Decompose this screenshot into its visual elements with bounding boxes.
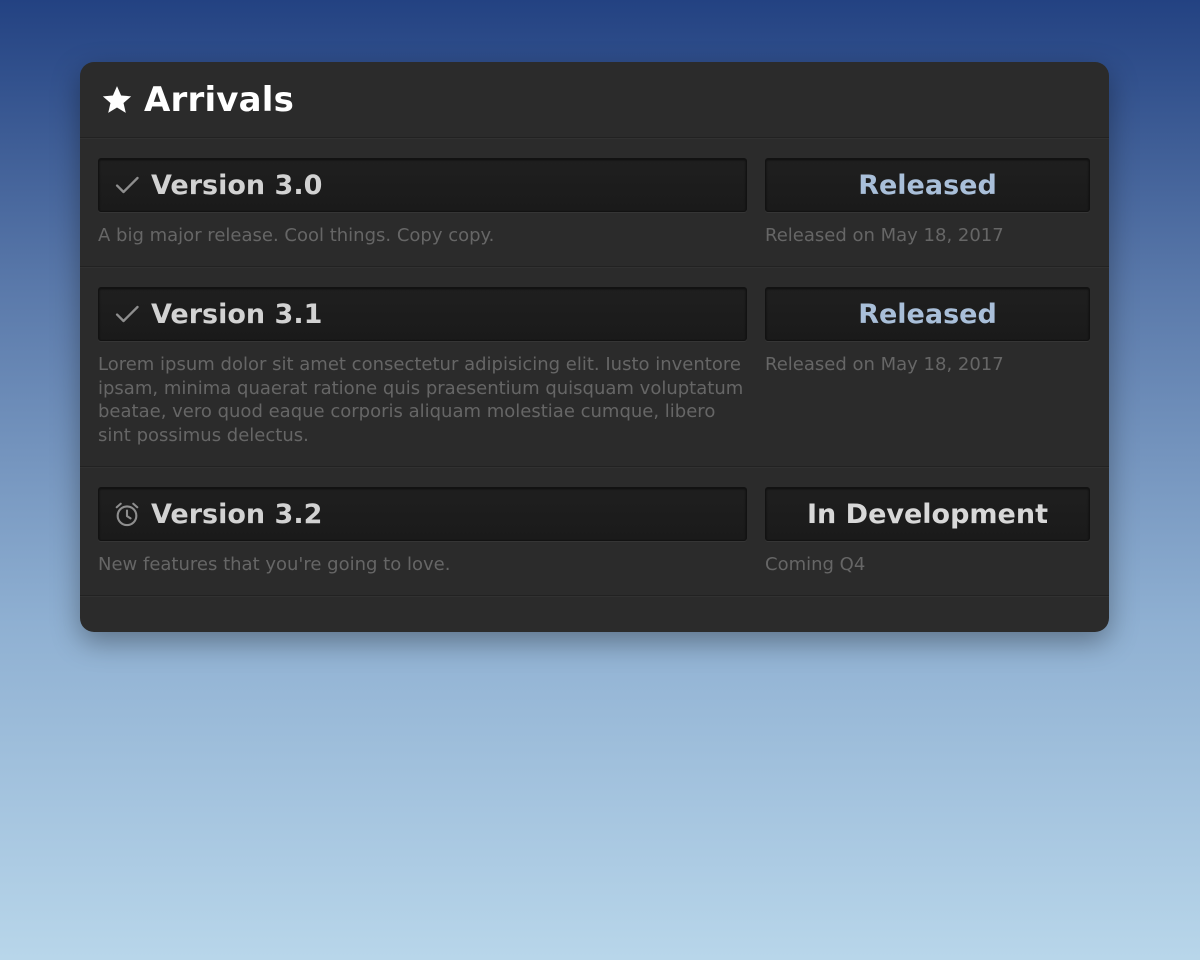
panel-title: Arrivals: [144, 79, 295, 120]
release-date: Coming Q4: [765, 554, 866, 575]
version-name-field[interactable]: Version 3.0: [98, 158, 747, 212]
version-row: Version 3.2 In Development New features …: [80, 467, 1109, 596]
version-row: Version 3.1 Released Lorem ipsum dolor s…: [80, 267, 1109, 467]
version-row: Version 3.0 Released A big major release…: [80, 138, 1109, 267]
alarm-clock-icon: [115, 502, 139, 527]
panel-header: Arrivals: [80, 62, 1109, 138]
star-icon: [102, 85, 132, 113]
version-name-field[interactable]: Version 3.2: [98, 487, 747, 541]
status-badge: Released: [858, 169, 997, 201]
version-name: Version 3.1: [151, 298, 323, 330]
release-date: Released on May 18, 2017: [765, 354, 1004, 375]
status-badge: In Development: [806, 498, 1048, 530]
version-name-field[interactable]: Version 3.1: [98, 287, 747, 341]
check-icon: [115, 176, 139, 194]
status-badge: Released: [858, 298, 997, 330]
release-date: Released on May 18, 2017: [765, 225, 1004, 246]
version-name: Version 3.2: [151, 498, 323, 530]
status-field[interactable]: Released: [765, 287, 1090, 341]
version-description: A big major release. Cool things. Copy c…: [98, 225, 495, 246]
status-field[interactable]: In Development: [765, 487, 1090, 541]
check-icon: [115, 305, 139, 323]
arrivals-panel: Arrivals Version 3.0 Released A big majo…: [80, 62, 1109, 632]
status-field[interactable]: Released: [765, 158, 1090, 212]
version-description: Lorem ipsum dolor sit amet consectetur a…: [98, 354, 744, 446]
version-description: New features that you're going to love.: [98, 554, 451, 575]
version-name: Version 3.0: [151, 169, 323, 201]
